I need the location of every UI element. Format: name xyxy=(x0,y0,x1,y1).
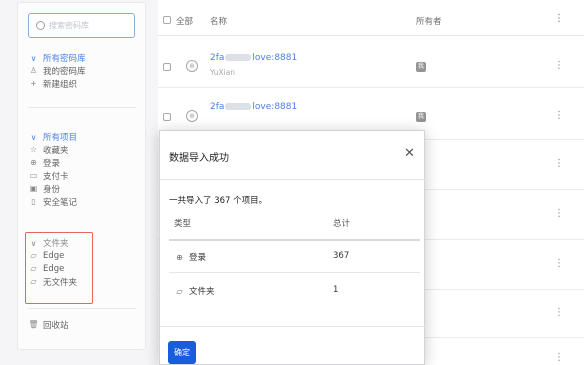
globe-icon: ⊕ xyxy=(176,252,183,262)
dialog-footer-divider xyxy=(160,326,426,327)
table-header-divider xyxy=(169,239,420,241)
confirm-button[interactable]: 确定 xyxy=(168,341,196,364)
column-total: 总计 xyxy=(333,219,351,229)
close-icon[interactable]: ✕ xyxy=(404,146,415,161)
import-row-login: ⊕ 登录 xyxy=(174,251,206,264)
column-type: 类型 xyxy=(174,219,192,229)
import-summary-text: 一共导入了 367 个项目。 xyxy=(169,196,268,206)
table-row-divider xyxy=(169,272,420,273)
import-count-folder: 1 xyxy=(333,285,339,295)
import-row-folder: ▱ 文件夹 xyxy=(174,285,214,298)
import-count-login: 367 xyxy=(333,251,350,261)
import-success-dialog: 数据导入成功 ✕ 一共导入了 367 个项目。 类型 总计 ⊕ 登录 367 ▱ 文… xyxy=(159,130,426,365)
dialog-title: 数据导入成功 xyxy=(169,153,229,164)
folder-icon: ▱ xyxy=(176,286,183,296)
dialog-divider xyxy=(160,179,426,180)
